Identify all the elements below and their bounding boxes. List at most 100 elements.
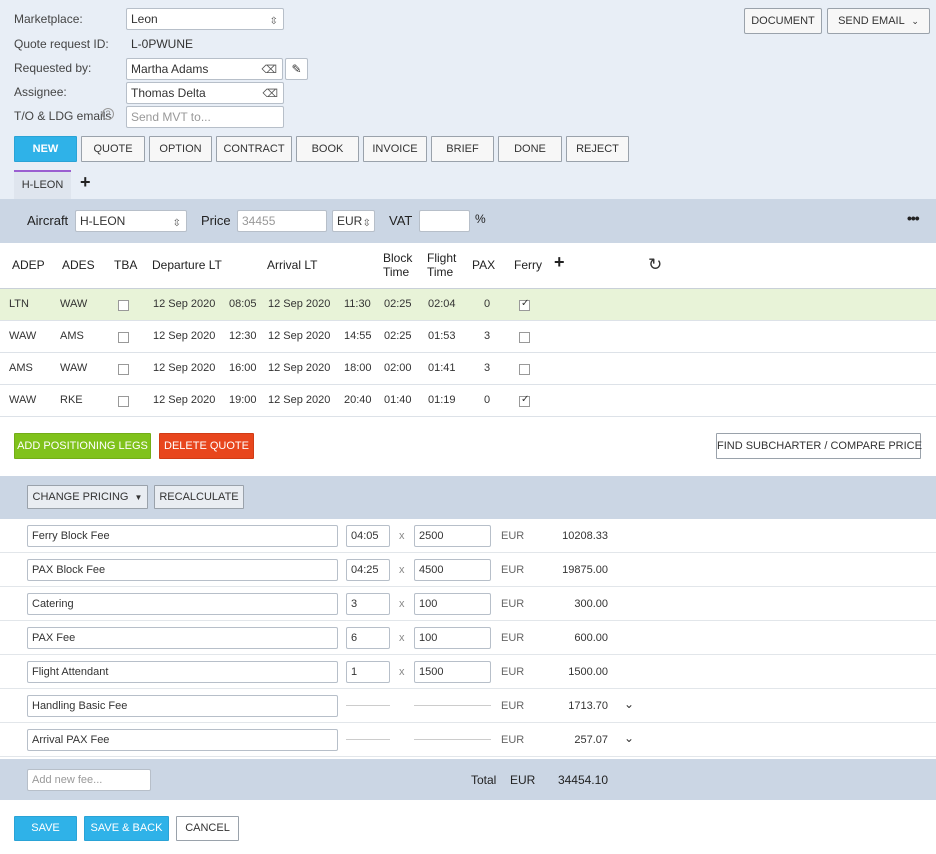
fee-amount: 1500.00 (568, 666, 608, 678)
clear-icon[interactable]: ⌫ (262, 84, 278, 103)
leg-row[interactable]: AMS WAW 12 Sep 2020 16:00 12 Sep 2020 18… (0, 353, 936, 385)
document-button[interactable]: DOCUMENT (744, 8, 822, 34)
col-tba: TBA (114, 258, 138, 272)
status-book-button[interactable]: BOOK (296, 136, 359, 162)
fee-qty-input[interactable]: 04:05 (346, 525, 390, 547)
fee-row: PAX Fee 6 x 100 EUR 600.00 (0, 621, 936, 655)
fee-row: Handling Basic Fee EUR 1713.70 ⌄ (0, 689, 936, 723)
ferry-checkbox[interactable] (519, 364, 530, 375)
ferry-checkbox[interactable] (519, 394, 530, 407)
leg-flight-time: 02:04 (428, 298, 456, 310)
fee-rate-input[interactable]: 4500 (414, 559, 491, 581)
leg-block-time: 01:40 (384, 394, 412, 406)
fee-name-input[interactable]: Flight Attendant (27, 661, 338, 683)
fee-amount: 600.00 (574, 632, 608, 644)
mvt-email-input[interactable]: Send MVT to... (126, 106, 284, 128)
delete-quote-button[interactable]: DELETE QUOTE (159, 433, 254, 459)
clear-icon[interactable]: ⌫ (261, 60, 277, 79)
vat-label: VAT (389, 213, 413, 228)
recalculate-button[interactable]: RECALCULATE (154, 485, 244, 509)
currency-select[interactable]: EUR ⇳ (332, 210, 375, 232)
fee-row: Arrival PAX Fee EUR 257.07 ⌄ (0, 723, 936, 757)
fee-qty-input[interactable]: 04:25 (346, 559, 390, 581)
leg-arr-time: 20:40 (344, 394, 372, 406)
status-option-button[interactable]: OPTION (149, 136, 212, 162)
leg-ades: RKE (60, 394, 83, 406)
fee-name-input[interactable]: PAX Block Fee (27, 559, 338, 581)
tab-h-leon[interactable]: H-LEON (14, 170, 71, 199)
fee-rate-input[interactable]: 1500 (414, 661, 491, 683)
fee-rate-input[interactable]: 100 (414, 593, 491, 615)
add-tab-icon[interactable]: + (80, 172, 91, 193)
edit-button[interactable]: ✎ (285, 58, 308, 80)
fee-name-input[interactable]: PAX Fee (27, 627, 338, 649)
leg-dep-date: 12 Sep 2020 (153, 298, 216, 310)
ferry-checkbox[interactable] (519, 332, 530, 343)
leg-row[interactable]: WAW AMS 12 Sep 2020 12:30 12 Sep 2020 14… (0, 321, 936, 353)
currency-value: EUR (337, 214, 363, 228)
new-fee-input[interactable]: Add new fee... (27, 769, 151, 791)
fee-name-input[interactable]: Arrival PAX Fee (27, 729, 338, 751)
chevron-down-icon[interactable]: ⌄ (624, 697, 634, 711)
add-leg-icon[interactable]: + (554, 252, 565, 273)
tba-checkbox[interactable] (118, 300, 129, 311)
aircraft-label: Aircraft (27, 213, 69, 228)
leg-dep-date: 12 Sep 2020 (153, 362, 216, 374)
col-flight-1: Flight (427, 251, 457, 265)
assignee-input[interactable]: Thomas Delta ⌫ (126, 82, 284, 104)
save-and-back-button[interactable]: SAVE & BACK (84, 816, 169, 841)
tba-checkbox[interactable] (118, 364, 129, 375)
status-invoice-button[interactable]: INVOICE (363, 136, 427, 162)
leg-row[interactable]: LTN WAW 12 Sep 2020 08:05 12 Sep 2020 11… (0, 289, 936, 321)
fee-rate-empty (414, 739, 491, 740)
fee-qty-input[interactable]: 3 (346, 593, 390, 615)
send-email-button[interactable]: SEND EMAIL ⌄ (827, 8, 930, 34)
requested-by-input[interactable]: Martha Adams ⌫ (126, 58, 283, 80)
status-contract-button[interactable]: CONTRACT (216, 136, 292, 162)
leg-block-time: 02:00 (384, 362, 412, 374)
change-pricing-button[interactable]: CHANGE PRICING ▼ (27, 485, 148, 509)
price-input[interactable]: 34455 (237, 210, 327, 232)
cancel-button[interactable]: CANCEL (176, 816, 239, 841)
status-quote-button[interactable]: QUOTE (81, 136, 145, 162)
status-brief-button[interactable]: BRIEF (431, 136, 494, 162)
tba-checkbox[interactable] (118, 332, 129, 343)
status-reject-button[interactable]: REJECT (566, 136, 629, 162)
fee-name-input[interactable]: Ferry Block Fee (27, 525, 338, 547)
add-positioning-legs-button[interactable]: ADD POSITIONING LEGS (14, 433, 151, 459)
tba-checkbox[interactable] (118, 396, 129, 407)
aircraft-select[interactable]: H-LEON ⇳ (75, 210, 187, 232)
leg-dep-date: 12 Sep 2020 (153, 330, 216, 342)
fee-qty-input[interactable]: 1 (346, 661, 390, 683)
fee-rate-input[interactable]: 100 (414, 627, 491, 649)
status-done-button[interactable]: DONE (498, 136, 562, 162)
ferry-checkbox[interactable] (519, 298, 530, 311)
save-button[interactable]: SAVE (14, 816, 77, 841)
fee-qty-input[interactable]: 6 (346, 627, 390, 649)
col-ferry: Ferry (514, 258, 542, 272)
refresh-icon[interactable]: ↻ (648, 255, 662, 275)
help-icon[interactable]: ? (102, 108, 114, 120)
leg-pax: 0 (484, 394, 491, 406)
col-flight-2: Time (427, 265, 454, 279)
fee-qty-empty (346, 739, 390, 740)
find-subcharter-button[interactable]: FIND SUBCHARTER / COMPARE PRICE (716, 433, 922, 459)
col-arrival: Arrival LT (267, 258, 318, 272)
status-new-button[interactable]: NEW (14, 136, 77, 162)
leg-row[interactable]: WAW RKE 12 Sep 2020 19:00 12 Sep 2020 20… (0, 385, 936, 417)
fee-rate-input[interactable]: 2500 (414, 525, 491, 547)
leg-arr-time: 11:30 (344, 298, 371, 310)
fee-name-input[interactable]: Handling Basic Fee (27, 695, 338, 717)
requested-by-value: Martha Adams (131, 62, 209, 76)
chevron-down-icon[interactable]: ⌄ (624, 731, 634, 745)
fee-name-input[interactable]: Catering (27, 593, 338, 615)
leg-block-time: 02:25 (384, 298, 412, 310)
more-options-icon[interactable]: ••• (907, 210, 920, 226)
marketplace-select[interactable]: Leon ⇳ (126, 8, 284, 30)
fee-amount: 1713.70 (568, 700, 608, 712)
fee-currency: EUR (501, 530, 525, 542)
col-pax: PAX (472, 258, 496, 272)
leg-ades: WAW (60, 362, 88, 374)
vat-input[interactable] (419, 210, 470, 232)
leg-dep-time: 08:05 (229, 298, 257, 310)
